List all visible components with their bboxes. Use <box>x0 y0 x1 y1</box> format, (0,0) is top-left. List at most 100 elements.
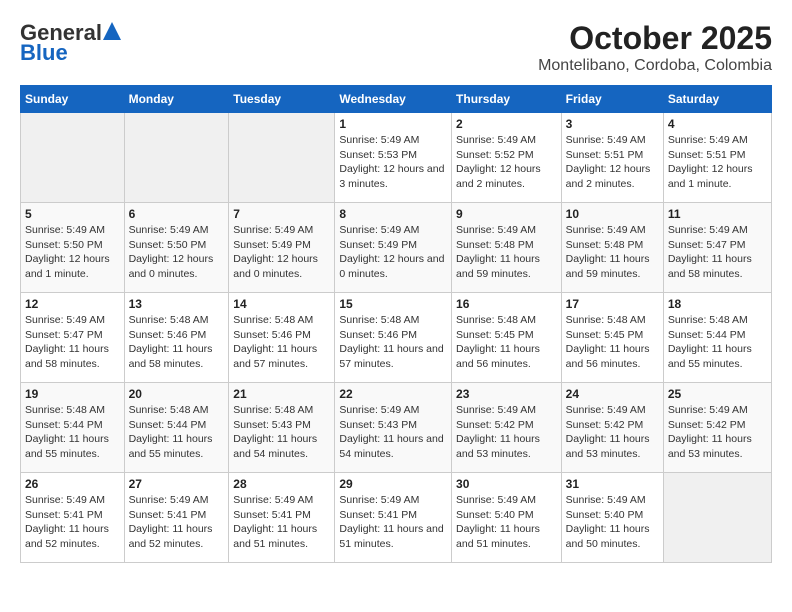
day-info: Sunrise: 5:49 AMSunset: 5:42 PMDaylight:… <box>456 403 557 462</box>
day-number: 25 <box>668 387 767 401</box>
day-info: Sunrise: 5:49 AMSunset: 5:41 PMDaylight:… <box>25 493 120 552</box>
day-info: Sunrise: 5:49 AMSunset: 5:50 PMDaylight:… <box>25 223 120 282</box>
day-number: 8 <box>339 207 447 221</box>
day-info: Sunrise: 5:49 AMSunset: 5:41 PMDaylight:… <box>233 493 330 552</box>
weekday-header: Monday <box>124 86 229 113</box>
day-info: Sunrise: 5:48 AMSunset: 5:46 PMDaylight:… <box>233 313 330 372</box>
day-number: 3 <box>566 117 659 131</box>
calendar-cell: 11Sunrise: 5:49 AMSunset: 5:47 PMDayligh… <box>663 203 771 293</box>
day-number: 31 <box>566 477 659 491</box>
calendar-cell: 29 Sunrise: 5:49 AMSunset: 5:41 PMDayligh… <box>335 473 452 563</box>
calendar-title: October 2025 <box>538 20 772 57</box>
calendar-cell: 14Sunrise: 5:48 AMSunset: 5:46 PMDayligh… <box>229 293 335 383</box>
weekday-header: Saturday <box>663 86 771 113</box>
day-number: 5 <box>25 207 120 221</box>
calendar-cell: 7 Sunrise: 5:49 AMSunset: 5:49 PMDaylight… <box>229 203 335 293</box>
day-number: 24 <box>566 387 659 401</box>
day-number: 6 <box>129 207 225 221</box>
day-number: 23 <box>456 387 557 401</box>
day-number: 13 <box>129 297 225 311</box>
calendar-cell <box>124 113 229 203</box>
calendar-cell: 25Sunrise: 5:49 AMSunset: 5:42 PMDayligh… <box>663 383 771 473</box>
day-info: Sunrise: 5:48 AMSunset: 5:44 PMDaylight:… <box>25 403 120 462</box>
calendar-cell: 12 Sunrise: 5:49 AMSunset: 5:47 PMDayligh… <box>21 293 125 383</box>
weekday-header-row: SundayMondayTuesdayWednesdayThursdayFrid… <box>21 86 772 113</box>
calendar-cell: 5 Sunrise: 5:49 AMSunset: 5:50 PMDaylight… <box>21 203 125 293</box>
calendar-week-row: 5 Sunrise: 5:49 AMSunset: 5:50 PMDaylight… <box>21 203 772 293</box>
day-number: 30 <box>456 477 557 491</box>
calendar-cell: 26 Sunrise: 5:49 AMSunset: 5:41 PMDayligh… <box>21 473 125 563</box>
day-info: Sunrise: 5:49 AMSunset: 5:51 PMDaylight:… <box>668 133 767 192</box>
logo-blue: Blue <box>20 40 68 66</box>
day-number: 26 <box>25 477 120 491</box>
day-info: Sunrise: 5:48 AMSunset: 5:45 PMDaylight:… <box>566 313 659 372</box>
calendar-cell: 4Sunrise: 5:49 AMSunset: 5:51 PMDaylight… <box>663 113 771 203</box>
calendar-cell: 20 Sunrise: 5:48 AMSunset: 5:44 PMDayligh… <box>124 383 229 473</box>
calendar-cell: 6 Sunrise: 5:49 AMSunset: 5:50 PMDaylight… <box>124 203 229 293</box>
day-number: 28 <box>233 477 330 491</box>
title-block: October 2025 Montelibano, Cordoba, Colom… <box>538 20 772 75</box>
day-number: 1 <box>339 117 447 131</box>
day-number: 20 <box>129 387 225 401</box>
day-info: Sunrise: 5:48 AMSunset: 5:44 PMDaylight:… <box>129 403 225 462</box>
day-number: 27 <box>129 477 225 491</box>
day-info: Sunrise: 5:49 AMSunset: 5:49 PMDaylight:… <box>233 223 330 282</box>
calendar-cell: 31 Sunrise: 5:49 AMSunset: 5:40 PMDayligh… <box>561 473 663 563</box>
day-number: 21 <box>233 387 330 401</box>
day-info: Sunrise: 5:49 AMSunset: 5:48 PMDaylight:… <box>456 223 557 282</box>
calendar-cell: 28 Sunrise: 5:49 AMSunset: 5:41 PMDayligh… <box>229 473 335 563</box>
day-info: Sunrise: 5:49 AMSunset: 5:52 PMDaylight:… <box>456 133 557 192</box>
calendar-week-row: 1 Sunrise: 5:49 AMSunset: 5:53 PMDaylight… <box>21 113 772 203</box>
day-number: 2 <box>456 117 557 131</box>
day-info: Sunrise: 5:49 AMSunset: 5:53 PMDaylight:… <box>339 133 447 192</box>
day-info: Sunrise: 5:49 AMSunset: 5:50 PMDaylight:… <box>129 223 225 282</box>
calendar-cell: 17 Sunrise: 5:48 AMSunset: 5:45 PMDayligh… <box>561 293 663 383</box>
calendar-cell: 8Sunrise: 5:49 AMSunset: 5:49 PMDaylight… <box>335 203 452 293</box>
calendar-cell: 18Sunrise: 5:48 AMSunset: 5:44 PMDayligh… <box>663 293 771 383</box>
day-info: Sunrise: 5:48 AMSunset: 5:46 PMDaylight:… <box>339 313 447 372</box>
day-info: Sunrise: 5:49 AMSunset: 5:47 PMDaylight:… <box>25 313 120 372</box>
calendar-cell: 13 Sunrise: 5:48 AMSunset: 5:46 PMDayligh… <box>124 293 229 383</box>
day-info: Sunrise: 5:49 AMSunset: 5:40 PMDaylight:… <box>566 493 659 552</box>
day-info: Sunrise: 5:49 AMSunset: 5:43 PMDaylight:… <box>339 403 447 462</box>
logo-icon <box>103 22 121 40</box>
day-number: 15 <box>339 297 447 311</box>
day-info: Sunrise: 5:49 AMSunset: 5:41 PMDaylight:… <box>339 493 447 552</box>
calendar-cell: 23 Sunrise: 5:49 AMSunset: 5:42 PMDayligh… <box>452 383 562 473</box>
page-header: General Blue October 2025 Montelibano, C… <box>20 20 772 75</box>
calendar-cell: 16Sunrise: 5:48 AMSunset: 5:45 PMDayligh… <box>452 293 562 383</box>
calendar-cell: 24 Sunrise: 5:49 AMSunset: 5:42 PMDayligh… <box>561 383 663 473</box>
day-number: 19 <box>25 387 120 401</box>
day-info: Sunrise: 5:48 AMSunset: 5:45 PMDaylight:… <box>456 313 557 372</box>
day-number: 29 <box>339 477 447 491</box>
day-info: Sunrise: 5:48 AMSunset: 5:43 PMDaylight:… <box>233 403 330 462</box>
calendar-cell: 19 Sunrise: 5:48 AMSunset: 5:44 PMDayligh… <box>21 383 125 473</box>
calendar-cell: 1 Sunrise: 5:49 AMSunset: 5:53 PMDaylight… <box>335 113 452 203</box>
calendar-cell: 30 Sunrise: 5:49 AMSunset: 5:40 PMDayligh… <box>452 473 562 563</box>
weekday-header: Friday <box>561 86 663 113</box>
day-number: 7 <box>233 207 330 221</box>
day-info: Sunrise: 5:49 AMSunset: 5:40 PMDaylight:… <box>456 493 557 552</box>
logo: General Blue <box>20 20 121 66</box>
day-number: 12 <box>25 297 120 311</box>
calendar-cell <box>663 473 771 563</box>
calendar-cell: 22 Sunrise: 5:49 AMSunset: 5:43 PMDayligh… <box>335 383 452 473</box>
day-number: 11 <box>668 207 767 221</box>
calendar-cell: 9 Sunrise: 5:49 AMSunset: 5:48 PMDaylight… <box>452 203 562 293</box>
day-number: 22 <box>339 387 447 401</box>
day-info: Sunrise: 5:49 AMSunset: 5:41 PMDaylight:… <box>129 493 225 552</box>
calendar-cell: 2 Sunrise: 5:49 AMSunset: 5:52 PMDaylight… <box>452 113 562 203</box>
day-info: Sunrise: 5:49 AMSunset: 5:51 PMDaylight:… <box>566 133 659 192</box>
calendar-table: SundayMondayTuesdayWednesdayThursdayFrid… <box>20 85 772 563</box>
weekday-header: Sunday <box>21 86 125 113</box>
day-number: 17 <box>566 297 659 311</box>
calendar-cell: 10Sunrise: 5:49 AMSunset: 5:48 PMDayligh… <box>561 203 663 293</box>
day-info: Sunrise: 5:48 AMSunset: 5:44 PMDaylight:… <box>668 313 767 372</box>
day-number: 10 <box>566 207 659 221</box>
calendar-subtitle: Montelibano, Cordoba, Colombia <box>538 57 772 75</box>
day-number: 9 <box>456 207 557 221</box>
calendar-cell: 27 Sunrise: 5:49 AMSunset: 5:41 PMDayligh… <box>124 473 229 563</box>
day-info: Sunrise: 5:48 AMSunset: 5:46 PMDaylight:… <box>129 313 225 372</box>
day-info: Sunrise: 5:49 AMSunset: 5:42 PMDaylight:… <box>566 403 659 462</box>
calendar-week-row: 12 Sunrise: 5:49 AMSunset: 5:47 PMDayligh… <box>21 293 772 383</box>
